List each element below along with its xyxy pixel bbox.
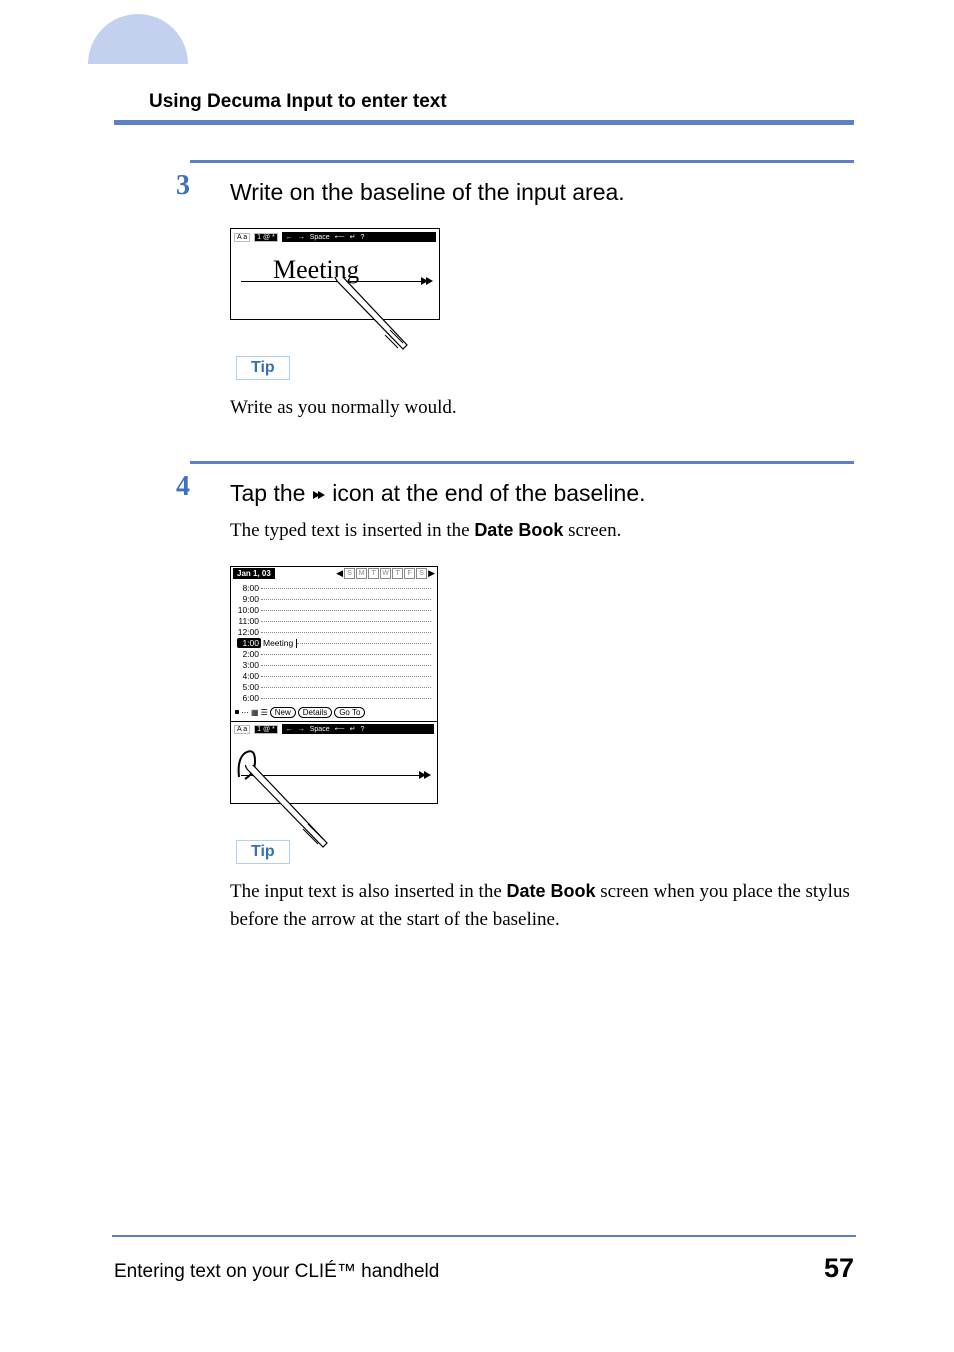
space-btn[interactable]: Space xyxy=(310,234,330,241)
arrow-icon xyxy=(312,488,326,502)
selected-time: 1:00 xyxy=(237,638,261,648)
backspace-icon[interactable]: ⟵ xyxy=(335,233,345,241)
hour-label[interactable]: 12:00 xyxy=(237,627,261,637)
figure-datebook: Jan 1, 03 ◀ S M T W T F S ▶ xyxy=(230,566,854,804)
hour-label[interactable]: 5:00 xyxy=(237,682,261,692)
view-icon[interactable] xyxy=(235,710,239,714)
new-button[interactable]: New xyxy=(270,707,296,718)
weekday[interactable]: S xyxy=(344,568,355,579)
page-header: Using Decuma Input to enter text xyxy=(0,0,954,130)
input-toolbar-2: A a 1 @ * ← → Space ⟵ ↵ ? xyxy=(231,721,437,737)
hour-label[interactable]: 8:00 xyxy=(237,583,261,593)
step-3: 3 Write on the baseline of the input are… xyxy=(190,160,854,423)
weekday[interactable]: M xyxy=(356,568,367,579)
tip-text-2: The input text is also inserted in the D… xyxy=(230,878,854,935)
enter-icon[interactable]: ↵ xyxy=(350,725,356,733)
datebook-date: Jan 1, 03 xyxy=(233,568,275,579)
arrow-left-icon[interactable]: ← xyxy=(286,234,293,241)
hour-label[interactable]: 6:00 xyxy=(237,693,261,703)
weekday[interactable]: F xyxy=(404,568,415,579)
stylus-icon xyxy=(245,765,335,855)
footer-text: Entering text on your CLIÉ™ handheld xyxy=(114,1261,439,1283)
stylus-icon xyxy=(335,277,415,357)
toolbar-actions: ← → Space ⟵ ↵ ? xyxy=(282,232,436,242)
weekday[interactable]: T xyxy=(392,568,403,579)
arrow-right-icon[interactable]: → xyxy=(298,234,305,241)
view-icon[interactable]: ☰ xyxy=(261,708,268,717)
mode-num-btn[interactable]: 1 @ * xyxy=(254,233,278,242)
page-number: 57 xyxy=(824,1253,854,1284)
hour-label[interactable]: 3:00 xyxy=(237,660,261,670)
prev-week-icon[interactable]: ◀ xyxy=(336,568,343,579)
writing-area-2[interactable] xyxy=(231,737,437,803)
step4-body: The typed text is inserted in the Date B… xyxy=(230,517,854,546)
hour-label[interactable]: 11:00 xyxy=(237,616,261,626)
toolbar-actions: ← → Space ⟵ ↵ ? xyxy=(282,724,434,734)
view-icon[interactable]: ⋯ xyxy=(241,708,249,717)
datebook-header: Jan 1, 03 ◀ S M T W T F S ▶ xyxy=(231,567,437,580)
hour-label[interactable]: 10:00 xyxy=(237,605,261,615)
mode-num-btn[interactable]: 1 @ * xyxy=(254,725,278,734)
weekday[interactable]: W xyxy=(380,568,391,579)
footer-rule xyxy=(112,1235,856,1237)
insert-arrow-icon[interactable] xyxy=(419,769,431,781)
mode-text-btn[interactable]: A a xyxy=(234,725,250,734)
step-rule xyxy=(190,461,854,464)
insert-arrow-icon[interactable] xyxy=(421,275,433,287)
datebook-body: 8:00 9:00 10:00 11:00 12:00 1:00 Meeting… xyxy=(231,580,437,704)
page-footer: Entering text on your CLIÉ™ handheld 57 xyxy=(114,1235,854,1284)
step-4: 4 Tap the icon at the end of the baselin… xyxy=(190,461,854,935)
hour-label[interactable]: 4:00 xyxy=(237,671,261,681)
next-week-icon[interactable]: ▶ xyxy=(428,568,435,579)
arrow-left-icon[interactable]: ← xyxy=(286,726,293,733)
header-rule xyxy=(114,120,854,125)
enter-icon[interactable]: ↵ xyxy=(350,233,356,241)
step-number-4: 4 xyxy=(160,471,190,503)
page-title: Using Decuma Input to enter text xyxy=(149,91,447,123)
step4-heading: Tap the icon at the end of the baseline. xyxy=(230,478,854,509)
selected-entry: Meeting xyxy=(261,638,295,648)
details-button[interactable]: Details xyxy=(298,707,332,718)
arrow-right-icon[interactable]: → xyxy=(298,726,305,733)
view-icon[interactable]: ▦ xyxy=(251,708,259,717)
help-icon[interactable]: ? xyxy=(361,234,365,241)
figure-input-area: A a 1 @ * ← → Space ⟵ ↵ ? Meeti xyxy=(230,228,854,320)
backspace-icon[interactable]: ⟵ xyxy=(335,725,345,733)
mode-text-btn[interactable]: A a xyxy=(234,233,250,242)
hour-label[interactable]: 9:00 xyxy=(237,594,261,604)
step-rule xyxy=(190,160,854,163)
space-btn[interactable]: Space xyxy=(310,726,330,733)
selected-row[interactable]: 1:00 Meeting xyxy=(237,638,431,649)
weekday[interactable]: S xyxy=(416,568,427,579)
goto-button[interactable]: Go To xyxy=(334,707,365,718)
tip-label: Tip xyxy=(236,356,290,380)
writing-area[interactable]: Meeting xyxy=(231,245,439,319)
step3-heading: Write on the baseline of the input area. xyxy=(230,177,854,208)
step-number-3: 3 xyxy=(160,170,190,202)
weekday[interactable]: T xyxy=(368,568,379,579)
tip-text: Write as you normally would. xyxy=(230,394,854,423)
datebook-buttons: ⋯ ▦ ☰ New Details Go To xyxy=(231,704,437,721)
help-icon[interactable]: ? xyxy=(361,726,365,733)
hour-label[interactable]: 2:00 xyxy=(237,649,261,659)
input-toolbar: A a 1 @ * ← → Space ⟵ ↵ ? xyxy=(231,229,439,245)
